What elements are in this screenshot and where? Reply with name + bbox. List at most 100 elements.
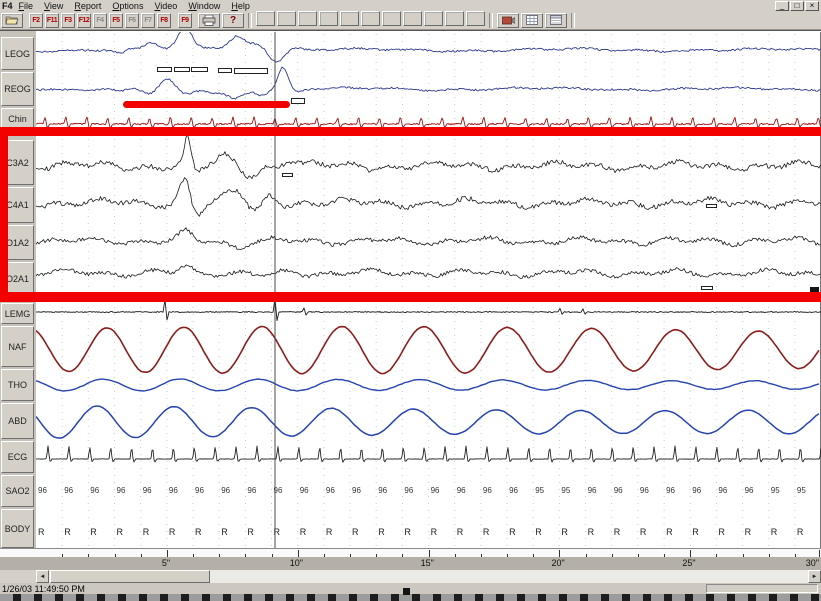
waveform-svg: 9696969696969696969696969696969696969695… [36, 32, 821, 549]
fkey-button-f8[interactable]: F8 [157, 13, 171, 28]
scroll-left-arrow[interactable]: ◄ [36, 570, 49, 583]
toolbar-blank-button[interactable] [340, 11, 359, 26]
window-title: F4 [2, 1, 13, 11]
menu-item-video[interactable]: Video [154, 1, 177, 11]
body-value: R [692, 527, 699, 537]
channel-label-ecg[interactable]: ECG [1, 441, 34, 473]
printer-icon [202, 15, 216, 26]
body-value: R [300, 527, 307, 537]
body-value: R [640, 527, 647, 537]
bottom-strip [0, 594, 821, 601]
scrollbar-thumb[interactable] [50, 570, 210, 583]
toolbar-separator [489, 13, 493, 28]
body-value: R [247, 527, 254, 537]
body-value: R [509, 527, 516, 537]
fkey-button-f12[interactable]: F12 [77, 13, 91, 28]
sao2-value: 96 [745, 486, 754, 495]
sao2-value: 96 [90, 486, 99, 495]
sao2-value: 96 [143, 486, 152, 495]
trace-area[interactable]: 9696969696969696969696969696969696969695… [36, 32, 821, 549]
montage-grid-button[interactable] [521, 13, 543, 28]
status-datetime: 1/26/03 11:49:50 PM [2, 584, 85, 594]
channel-label-lemg[interactable]: LEMG [1, 303, 34, 324]
sao2-value: 96 [195, 486, 204, 495]
toolbar-blank-button[interactable] [445, 11, 464, 26]
menu-item-options[interactable]: Options [112, 1, 143, 11]
menu-item-help[interactable]: Help [231, 1, 250, 11]
print-button[interactable] [198, 13, 220, 28]
channel-label-reog[interactable]: REOG [1, 72, 34, 106]
toolbar: F2F11F3F12F4F5F6F7F8 F9 ? [0, 11, 821, 30]
scroll-right-arrow[interactable]: ► [808, 570, 821, 583]
channel-label-abd[interactable]: ABD [1, 403, 34, 439]
help-button[interactable]: ? [222, 13, 244, 28]
body-value: R [90, 527, 97, 537]
body-value: R [143, 527, 150, 537]
fkey-button-f11[interactable]: F11 [45, 13, 59, 28]
channel-label-naf[interactable]: NAF [1, 326, 34, 367]
sao2-value: 96 [326, 486, 335, 495]
sao2-value: 96 [483, 486, 492, 495]
close-button[interactable]: × [805, 1, 819, 11]
menu-item-view[interactable]: View [44, 1, 63, 11]
menu-item-report[interactable]: Report [74, 1, 101, 11]
trace-leog [36, 32, 821, 62]
trace-abd [36, 406, 819, 438]
toolbar-blank-button[interactable] [424, 11, 443, 26]
sao2-value: 96 [378, 486, 387, 495]
fkey-button-f5[interactable]: F5 [109, 13, 123, 28]
toolbar-blank-button[interactable] [319, 11, 338, 26]
grid-icon [526, 15, 538, 25]
axis-label-5s: 5" [162, 558, 170, 568]
sao2-value: 95 [535, 486, 544, 495]
sao2-value: 95 [561, 486, 570, 495]
axis-label-10s: 10" [290, 558, 303, 568]
fkey-button-f4[interactable]: F4 [93, 13, 107, 28]
toolbar-blank-button[interactable] [256, 11, 275, 26]
restore-button[interactable]: □ [790, 1, 804, 11]
toolbar-blank-button[interactable] [277, 11, 296, 26]
body-value: R [535, 527, 542, 537]
toolbar-blank-button[interactable] [466, 11, 485, 26]
fkey-button-f7[interactable]: F7 [141, 13, 155, 28]
body-value: R [326, 527, 333, 537]
channel-label-c4a1[interactable]: C4A1 [1, 187, 34, 223]
trace-o2a1 [36, 265, 821, 279]
toolbar-blank-button[interactable] [361, 11, 380, 26]
toolbar-separator [248, 13, 252, 28]
channel-label-tho[interactable]: THO [1, 369, 34, 401]
channel-label-body[interactable]: BODY [1, 509, 34, 548]
toolbar-blank-button[interactable] [403, 11, 422, 26]
channel-label-leog[interactable]: LEOG [1, 37, 34, 70]
fkey-button-f9[interactable]: F9 [178, 13, 192, 28]
menu-item-window[interactable]: Window [188, 1, 220, 11]
trace-tho [36, 379, 819, 391]
video-button[interactable] [497, 13, 519, 28]
minimize-button[interactable]: _ [775, 1, 789, 11]
menu-item-file[interactable]: File [19, 1, 34, 11]
open-file-button[interactable] [1, 13, 23, 28]
toolbar-blank-button[interactable] [382, 11, 401, 26]
sao2-value: 96 [588, 486, 597, 495]
sao2-value: 96 [404, 486, 413, 495]
report-grid-button[interactable] [545, 13, 567, 28]
sao2-value: 96 [64, 486, 73, 495]
body-value: R [745, 527, 752, 537]
channel-label-chin[interactable]: Chin [1, 108, 34, 130]
fkey-button-f2[interactable]: F2 [29, 13, 43, 28]
channel-label-sao2[interactable]: SAO2 [1, 475, 34, 507]
horizontal-scrollbar[interactable]: ◄ ► [36, 570, 821, 583]
body-value: R [718, 527, 725, 537]
sao2-value: 96 [431, 486, 440, 495]
channel-label-o1a2[interactable]: O1A2 [1, 225, 34, 260]
axis-label-25s: 25" [682, 558, 695, 568]
channel-label-c3a2[interactable]: C3A2 [1, 140, 34, 185]
channel-label-o2a1[interactable]: O2A1 [1, 262, 34, 296]
status-panel [706, 584, 818, 593]
fkey-button-f6[interactable]: F6 [125, 13, 139, 28]
axis-label-20s: 20" [551, 558, 564, 568]
fkey-button-f3[interactable]: F3 [61, 13, 75, 28]
toolbar-blank-button[interactable] [298, 11, 317, 26]
body-value: R [169, 527, 176, 537]
application-window: F4 FileViewReportOptionsVideoWindowHelp … [0, 0, 821, 601]
